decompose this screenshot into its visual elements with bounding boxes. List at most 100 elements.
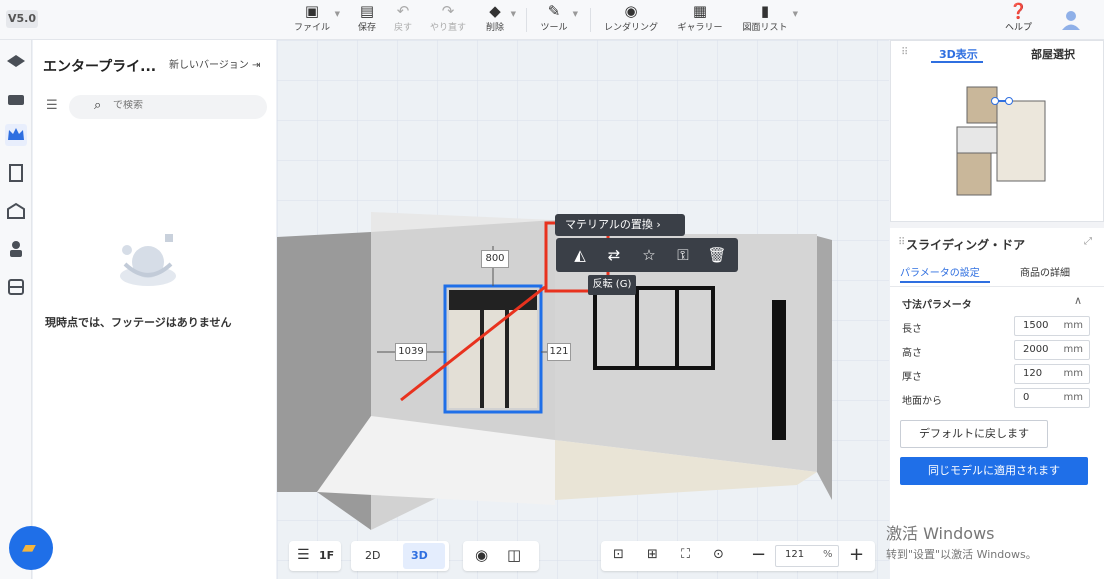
undo-button[interactable]: ↶ 戻す	[390, 2, 416, 38]
elevation-input[interactable]: 0 mm	[1014, 388, 1090, 408]
view-mode-toggle: 2D 3D	[351, 541, 449, 571]
trash-icon[interactable]: 🗑	[707, 245, 727, 265]
param-label-elevation: 地面から	[902, 396, 942, 407]
object-title: スライディング・ドア	[906, 238, 1026, 252]
zoom-controls: ⊡ ⊞ ⛶ ⊙ − 121 % +	[601, 541, 875, 571]
chevron-down-icon: ▼	[572, 10, 578, 18]
expand-icon[interactable]: ⤢	[1084, 236, 1092, 247]
tab-3d-view[interactable]: 3D表示	[939, 46, 978, 62]
save-button[interactable]: ▤ 保存	[354, 2, 380, 38]
top-toolbar: V5.0 ▣ ファイル ▼ ▤ 保存 ↶ 戻す ↷ やり直す ◆ 削除 ▼ ✎ …	[0, 0, 1104, 40]
help-button[interactable]: ❓ ヘルプ	[1005, 2, 1032, 33]
floor-selector[interactable]: ☰ 1F	[289, 541, 341, 571]
cabinet-icon[interactable]	[5, 276, 27, 298]
zoom-in-button[interactable]: +	[849, 544, 864, 565]
thickness-input[interactable]: 120 mm	[1014, 364, 1090, 384]
file-menu-button[interactable]: ▣ ファイル ▼	[292, 2, 340, 38]
chevron-down-icon: ▼	[510, 10, 516, 18]
eye-icon[interactable]: ◉	[475, 546, 488, 564]
fit-view-icon[interactable]: ⊡	[613, 547, 624, 562]
flip-icon[interactable]: ◭	[570, 245, 590, 265]
drawing-list-button[interactable]: ▮ 図面リスト ▼	[740, 2, 798, 38]
length-input[interactable]: 1500 mm	[1014, 316, 1090, 336]
reset-default-button[interactable]: デフォルトに戻します	[900, 420, 1048, 448]
chevron-down-icon: ▼	[792, 10, 798, 18]
redo-icon: ↷	[441, 2, 455, 20]
empty-illustration	[120, 234, 176, 286]
person-icon[interactable]	[5, 238, 27, 260]
delete-button[interactable]: ◆ 削除 ▼	[482, 2, 516, 38]
roof-icon[interactable]	[5, 200, 27, 222]
param-label-thickness: 厚さ	[902, 372, 922, 383]
toolbar-divider	[590, 8, 591, 32]
new-version-link[interactable]: 新しいバージョン ⇥	[169, 56, 260, 71]
tab-parameters[interactable]: パラメータの設定	[900, 264, 980, 279]
apply-same-model-button[interactable]: 同じモデルに適用されます	[900, 457, 1088, 485]
dimension-top-label: 800	[481, 250, 509, 268]
search-input[interactable]	[113, 100, 243, 111]
sofa-icon[interactable]	[5, 88, 27, 110]
tools-menu-button[interactable]: ✎ ツール ▼	[538, 2, 578, 38]
flip-tooltip: 反転 (G)	[588, 275, 636, 295]
param-label-height: 高さ	[902, 348, 922, 359]
file-icon: ▣	[304, 2, 320, 20]
list-icon[interactable]: ☰	[46, 98, 58, 113]
mode-2d-button[interactable]: 2D	[365, 549, 380, 562]
lock-icon[interactable]: ⚿	[673, 245, 693, 265]
param-label-length: 長さ	[902, 324, 922, 335]
chevron-down-icon: ▼	[334, 10, 340, 18]
minimap: ⠿ 3D表示 部屋選択	[890, 40, 1104, 222]
zoom-value[interactable]: 121	[785, 549, 804, 560]
camera-icon: ◉	[624, 2, 638, 20]
layers-icon[interactable]	[5, 50, 27, 72]
save-icon: ▤	[359, 2, 375, 20]
zoom-out-button[interactable]: −	[751, 544, 766, 565]
material-replace-button[interactable]: マテリアルの置換 ›	[555, 214, 685, 236]
help-icon: ❓	[1009, 2, 1028, 20]
chat-button[interactable]: ▰	[9, 526, 53, 570]
drag-handle-icon[interactable]: ⠿	[898, 237, 905, 248]
zoom-area-icon[interactable]: ⊙	[713, 547, 724, 562]
tab-room-select[interactable]: 部屋選択	[1031, 46, 1075, 62]
object-context-toolbar: ◭ ⇄ ☆ ⚿ 🗑	[556, 238, 738, 272]
floorplan-map[interactable]	[941, 71, 1051, 211]
toolbar-divider	[526, 8, 527, 32]
dimension-right-label: 121	[547, 343, 571, 361]
focus-icon[interactable]: ⛶	[681, 547, 690, 562]
3d-viewport[interactable]: 800 1039 121 マテリアルの置換 › ◭ ⇄ ☆ ⚿ 🗑 反転 (G)…	[277, 40, 889, 579]
cube-icon[interactable]: ◫	[507, 546, 521, 564]
exit-icon: ⇥	[252, 60, 261, 71]
avatar[interactable]	[1060, 9, 1082, 31]
panel-title: エンタープライ...	[43, 59, 157, 75]
drag-handle-icon[interactable]: ⠿	[901, 47, 908, 58]
crown-icon[interactable]	[5, 124, 27, 146]
version-badge: V5.0	[6, 10, 38, 28]
wrench-icon: ✎	[547, 2, 561, 20]
chevron-up-icon[interactable]: ∧	[1074, 294, 1082, 307]
chat-icon: ▰	[22, 537, 36, 558]
mode-3d-button[interactable]: 3D	[411, 549, 428, 562]
gallery-button[interactable]: ▦ ギャラリー	[676, 2, 724, 38]
image-icon: ▦	[692, 2, 708, 20]
visibility-controls: ◉ ◫	[463, 541, 539, 571]
eraser-icon: ◆	[489, 2, 501, 20]
screenshot-icon[interactable]: ⊞	[647, 547, 658, 562]
redo-button[interactable]: ↷ やり直す	[426, 2, 470, 38]
windows-watermark: 激活 Windows 转到"设置"以激活 Windows。	[886, 524, 1037, 561]
tab-product-details[interactable]: 商品の詳細	[1020, 264, 1070, 279]
door-icon[interactable]	[5, 162, 27, 184]
dimension-left-label: 1039	[395, 343, 427, 361]
room-scene	[277, 40, 889, 579]
material-panel: エンタープライ... 新しいバージョン ⇥ ☰ ⌕ 現時点では、フッテージはあり…	[9, 40, 276, 579]
right-panel: ⠿ 3D表示 部屋選択 ⠿ スライディング・ドア ⤢ パラメータの設定 商品の詳…	[890, 40, 1104, 579]
undo-icon: ↶	[396, 2, 410, 20]
left-icon-bar	[0, 40, 32, 579]
search-icon: ⌕	[94, 98, 102, 113]
empty-message: 現時点では、フッテージはありません	[45, 316, 232, 329]
dimension-section-header: 寸法パラメータ	[902, 300, 972, 311]
render-button[interactable]: ◉ レンダリング	[602, 2, 660, 38]
height-input[interactable]: 2000 mm	[1014, 340, 1090, 360]
swap-icon[interactable]: ⇄	[604, 245, 624, 265]
layers-icon: ☰	[297, 547, 310, 563]
star-icon[interactable]: ☆	[639, 245, 659, 265]
